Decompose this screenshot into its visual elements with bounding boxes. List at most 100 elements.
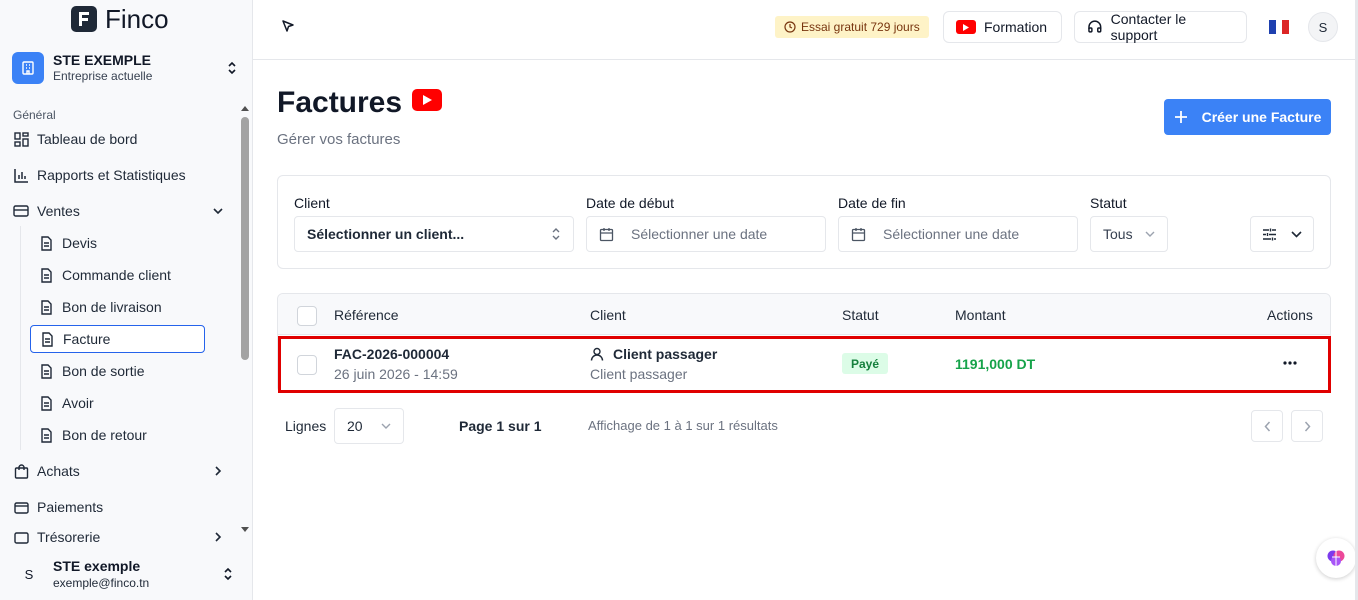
subitem-label: Avoir [62,395,94,411]
client-filter-label: Client [294,195,330,211]
document-icon [38,235,54,251]
client-select-value: Sélectionner un client... [307,226,465,242]
shopping-bag-icon [13,463,29,479]
start-date-picker[interactable]: Sélectionner une date [586,216,826,252]
rows-per-page-label: Lignes [285,418,327,434]
sidebar-item-label: Tableau de bord [37,131,138,147]
company-switcher[interactable]: STE EXEMPLE Entreprise actuelle [12,50,240,86]
formation-button[interactable]: Formation [943,11,1062,43]
column-header-statut[interactable]: Statut [842,307,879,323]
page-title: Factures [277,86,403,119]
status-select[interactable]: Tous [1090,216,1168,252]
sidebar-subitem-devis[interactable]: Devis [30,229,205,257]
filters-panel: Client Sélectionner un client... Date de… [277,175,1331,269]
sidebar: Finco STE EXEMPLE Entreprise actuelle Gé… [0,0,253,600]
ai-assistant-button[interactable] [1316,538,1356,578]
trial-text: Essai gratuit 729 jours [801,20,920,34]
sidebar-item-ventes[interactable]: Ventes [13,200,225,222]
headset-icon [1088,20,1102,33]
user-name: STE exemple [53,557,141,574]
clock-icon [784,21,796,33]
column-header-montant[interactable]: Montant [955,307,1006,323]
sidebar-item-label: Paiements [37,499,104,515]
wallet-icon [13,203,29,219]
sidebar-subitem-facture[interactable]: Facture [30,325,205,353]
language-flag-fr-icon[interactable] [1269,20,1290,34]
invoices-table: Référence Client Statut Montant Actions … [277,293,1331,393]
more-actions-icon[interactable] [1278,355,1302,371]
treasury-icon [13,530,29,544]
client-select[interactable]: Sélectionner un client... [294,216,574,252]
app-logo[interactable]: Finco [71,4,169,34]
sidebar-item-achats[interactable]: Achats [13,460,225,482]
chevron-down-icon [211,204,225,218]
sidebar-item-reports[interactable]: Rapports et Statistiques [13,164,225,186]
rows-per-page-value: 20 [347,418,363,434]
chevrons-up-down-icon [220,566,236,582]
scroll-up-arrow-icon[interactable] [239,102,251,114]
page-indicator: Page 1 sur 1 [459,418,542,434]
end-date-label: Date de fin [838,195,906,211]
topbar: Essai gratuit 729 jours Formation Contac… [253,0,1358,60]
create-invoice-button[interactable]: Créer une Facture [1164,99,1331,135]
column-header-actions: Actions [1267,307,1313,323]
previous-page-button[interactable] [1251,410,1283,442]
document-icon [38,363,54,379]
formation-label: Formation [984,19,1048,35]
trial-badge: Essai gratuit 729 jours [775,16,929,38]
user-email: exemple@finco.tn [53,575,150,590]
chevron-left-icon [1263,421,1270,431]
invoice-amount: 1191,000 DT [955,356,1036,372]
next-page-button[interactable] [1291,410,1323,442]
column-header-reference[interactable]: Référence [334,307,399,323]
status-filter-label: Statut [1090,195,1127,211]
document-icon [38,427,54,443]
sidebar-subitem-bon-de-livraison[interactable]: Bon de livraison [30,293,205,321]
table-header: Référence Client Statut Montant Actions [278,294,1330,335]
start-date-placeholder: Sélectionner une date [631,226,768,242]
support-button[interactable]: Contacter le support [1074,11,1247,43]
column-header-client[interactable]: Client [590,307,626,323]
subitem-label: Bon de sortie [62,363,145,379]
scroll-down-arrow-icon[interactable] [239,524,251,536]
sidebar-subitem-bon-de-sortie[interactable]: Bon de sortie [30,357,205,385]
sidebar-toggle-cursor-icon[interactable] [279,18,297,36]
end-date-picker[interactable]: Sélectionner une date [838,216,1078,252]
end-date-placeholder: Sélectionner une date [883,226,1020,242]
sidebar-item-dashboard[interactable]: Tableau de bord [13,128,225,150]
chevron-right-icon [1304,421,1311,431]
status-badge: Payé [842,353,889,374]
top-avatar[interactable]: S [1308,12,1338,42]
sidebar-subitem-commande-client[interactable]: Commande client [30,261,205,289]
client-type: Client passager [590,366,688,382]
scroll-thumb[interactable] [241,117,249,360]
sidebar-item-label: Trésorerie [37,530,101,544]
brain-icon [1327,550,1345,567]
payments-icon [13,499,29,515]
youtube-tutorial-icon[interactable] [412,89,443,111]
calendar-icon [599,227,614,241]
chevron-right-icon [211,464,225,478]
sidebar-scrollbar[interactable] [239,100,251,538]
row-checkbox[interactable] [297,355,317,375]
sidebar-item-paiements[interactable]: Paiements [13,496,225,518]
app-name: Finco [105,3,169,34]
page-title-row: Factures [277,86,443,120]
rows-per-page-select[interactable]: 20 [334,408,404,444]
chevron-right-icon [211,530,225,544]
chevron-down-icon [1291,230,1302,238]
chevrons-up-down-icon [224,60,240,76]
page-subtitle: Gérer vos factures [277,131,401,148]
document-icon [39,331,55,347]
column-settings-button[interactable] [1250,216,1314,252]
invoice-reference[interactable]: FAC-2026-000004 [334,346,449,362]
building-icon [12,52,44,84]
sidebar-subitem-bon-de-retour[interactable]: Bon de retour [30,421,205,449]
sidebar-subitem-avoir[interactable]: Avoir [30,389,205,417]
subitem-label: Bon de livraison [62,299,162,315]
support-label: Contacter le support [1110,11,1187,43]
select-all-checkbox[interactable] [297,306,317,326]
sidebar-item-tresorerie[interactable]: Trésorerie [13,530,225,544]
user-menu[interactable]: S STE exemple exemple@finco.tn [0,548,252,600]
start-date-label: Date de début [586,195,674,211]
